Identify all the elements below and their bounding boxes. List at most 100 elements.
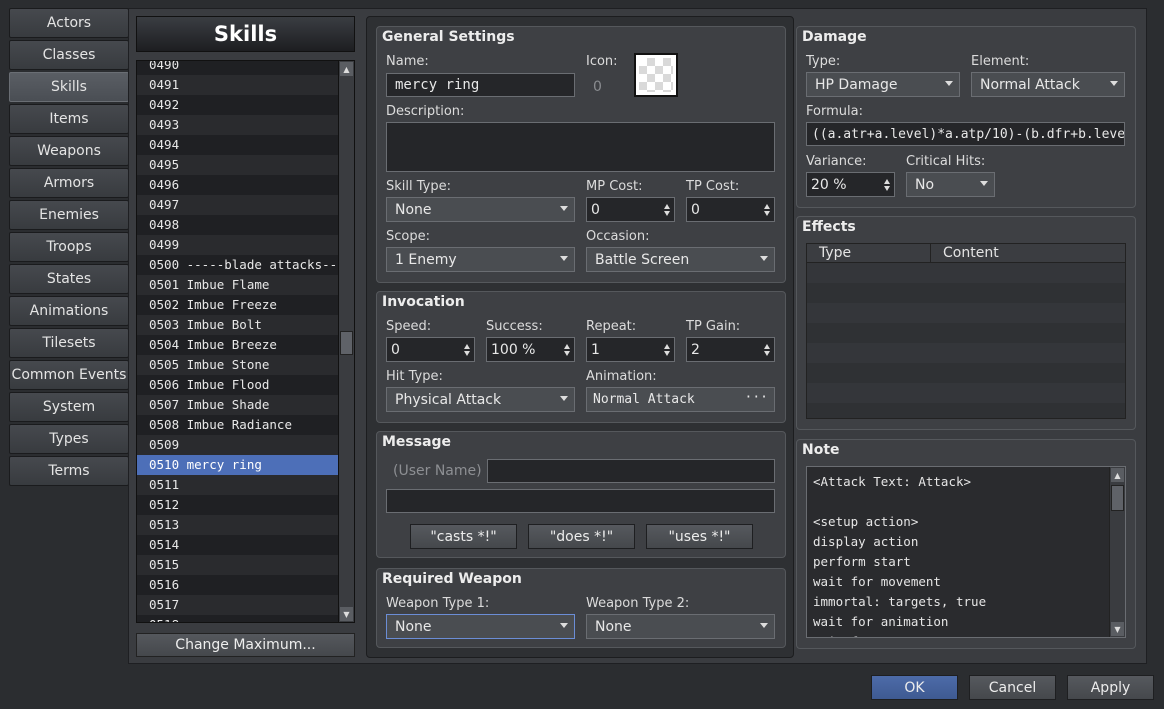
skill-row[interactable]: 0490 xyxy=(137,61,340,75)
scope-select[interactable]: 1 Enemy xyxy=(386,247,575,272)
skill-row[interactable]: 0517 xyxy=(137,595,340,615)
nav-item-tilesets[interactable]: Tilesets xyxy=(9,328,129,358)
nav-item-troops[interactable]: Troops xyxy=(9,232,129,262)
weapon-type-1-select[interactable]: None xyxy=(386,614,575,639)
spin-up-icon[interactable] xyxy=(664,204,670,209)
skill-row[interactable]: 0510 mercy ring xyxy=(137,455,340,475)
change-maximum-button[interactable]: Change Maximum... xyxy=(136,633,355,657)
nav-item-types[interactable]: Types xyxy=(9,424,129,454)
scroll-down-icon[interactable]: ▼ xyxy=(340,607,353,621)
effects-row[interactable] xyxy=(807,363,1125,383)
skill-row[interactable]: 0508 Imbue Radiance xyxy=(137,415,340,435)
spin-up-icon[interactable] xyxy=(884,179,890,184)
note-scrollbar[interactable]: ▲ ▼ xyxy=(1109,467,1125,637)
skill-list[interactable]: 0490 0491 0492 0493 0494 0495 0496 0497 0498 0499… xyxy=(136,60,355,623)
casts-button[interactable]: "casts *!" xyxy=(410,524,517,549)
skill-row[interactable]: 0495 xyxy=(137,155,340,175)
effects-row[interactable] xyxy=(807,303,1125,323)
icon-picker[interactable] xyxy=(634,53,678,97)
hit-type-select[interactable]: Physical Attack xyxy=(386,387,575,412)
nav-item-animations[interactable]: Animations xyxy=(9,296,129,326)
success-spinner[interactable]: 100 % xyxy=(486,337,575,362)
effects-row[interactable] xyxy=(807,403,1125,418)
message-line-1[interactable] xyxy=(487,459,775,483)
spin-down-icon[interactable] xyxy=(664,211,670,216)
spin-down-icon[interactable] xyxy=(764,211,770,216)
skill-row[interactable]: 0494 xyxy=(137,135,340,155)
skill-row[interactable]: 0502 Imbue Freeze xyxy=(137,295,340,315)
does-button[interactable]: "does *!" xyxy=(528,524,635,549)
skill-row[interactable]: 0516 xyxy=(137,575,340,595)
description-field[interactable] xyxy=(386,122,775,172)
name-field[interactable]: mercy ring xyxy=(386,73,575,97)
skill-row[interactable]: 0514 xyxy=(137,535,340,555)
variance-spinner[interactable]: 20 % xyxy=(806,172,895,197)
weapon-type-2-select[interactable]: None xyxy=(586,614,775,639)
spin-down-icon[interactable] xyxy=(664,351,670,356)
nav-item-terms[interactable]: Terms xyxy=(9,456,129,486)
ellipsis-icon[interactable]: ··· xyxy=(745,390,768,405)
occasion-select[interactable]: Battle Screen xyxy=(586,247,775,272)
damage-type-select[interactable]: HP Damage xyxy=(806,72,960,97)
effects-row[interactable] xyxy=(807,283,1125,303)
animation-picker[interactable]: Normal Attack ··· xyxy=(586,387,775,412)
speed-spinner[interactable]: 0 xyxy=(386,337,475,362)
nav-item-enemies[interactable]: Enemies xyxy=(9,200,129,230)
skill-list-scrollbar[interactable]: ▲ ▼ xyxy=(338,61,354,622)
scroll-thumb[interactable] xyxy=(1111,485,1124,511)
skill-row[interactable]: 0492 xyxy=(137,95,340,115)
critical-hits-select[interactable]: No xyxy=(906,172,995,197)
skill-row[interactable]: 0512 xyxy=(137,495,340,515)
effects-column-content[interactable]: Content xyxy=(931,244,1125,262)
spin-down-icon[interactable] xyxy=(464,351,470,356)
effects-row[interactable] xyxy=(807,383,1125,403)
skill-row[interactable]: 0496 xyxy=(137,175,340,195)
skill-row[interactable]: 0518 xyxy=(137,615,340,622)
skill-row[interactable]: 0509 xyxy=(137,435,340,455)
spin-up-icon[interactable] xyxy=(764,204,770,209)
nav-item-weapons[interactable]: Weapons xyxy=(9,136,129,166)
spin-up-icon[interactable] xyxy=(464,344,470,349)
scroll-thumb[interactable] xyxy=(340,331,353,355)
scroll-down-icon[interactable]: ▼ xyxy=(1111,622,1124,636)
skill-row[interactable]: 0499 xyxy=(137,235,340,255)
element-select[interactable]: Normal Attack xyxy=(971,72,1125,97)
apply-button[interactable]: Apply xyxy=(1067,675,1154,700)
skill-row[interactable]: 0498 xyxy=(137,215,340,235)
cancel-button[interactable]: Cancel xyxy=(969,675,1056,700)
ok-button[interactable]: OK xyxy=(871,675,958,700)
skill-row[interactable]: 0506 Imbue Flood xyxy=(137,375,340,395)
spin-down-icon[interactable] xyxy=(764,351,770,356)
uses-button[interactable]: "uses *!" xyxy=(646,524,753,549)
skill-row[interactable]: 0513 xyxy=(137,515,340,535)
repeat-spinner[interactable]: 1 xyxy=(586,337,675,362)
skill-row[interactable]: 0500 -----blade attacks---… xyxy=(137,255,340,275)
spin-up-icon[interactable] xyxy=(564,344,570,349)
effects-row[interactable] xyxy=(807,323,1125,343)
nav-item-actors[interactable]: Actors xyxy=(9,8,129,38)
mp-cost-spinner[interactable]: 0 xyxy=(586,197,675,222)
skill-row[interactable]: 0503 Imbue Bolt xyxy=(137,315,340,335)
scroll-up-icon[interactable]: ▲ xyxy=(340,62,353,76)
nav-item-skills[interactable]: Skills xyxy=(9,72,129,102)
scroll-up-icon[interactable]: ▲ xyxy=(1111,468,1124,482)
tp-gain-spinner[interactable]: 2 xyxy=(686,337,775,362)
message-line-2[interactable] xyxy=(386,489,775,513)
effects-row[interactable] xyxy=(807,343,1125,363)
spin-down-icon[interactable] xyxy=(564,351,570,356)
formula-field[interactable]: ((a.atr+a.level)*a.atp/10)-(b.dfr+b.leve… xyxy=(806,122,1125,146)
effects-column-type[interactable]: Type xyxy=(807,244,931,262)
skill-row[interactable]: 0501 Imbue Flame xyxy=(137,275,340,295)
nav-item-armors[interactable]: Armors xyxy=(9,168,129,198)
skill-row[interactable]: 0511 xyxy=(137,475,340,495)
skill-row[interactable]: 0504 Imbue Breeze xyxy=(137,335,340,355)
skill-row[interactable]: 0505 Imbue Stone xyxy=(137,355,340,375)
skill-row[interactable]: 0515 xyxy=(137,555,340,575)
spin-down-icon[interactable] xyxy=(884,186,890,191)
skill-row[interactable]: 0491 xyxy=(137,75,340,95)
skill-type-select[interactable]: None xyxy=(386,197,575,222)
skill-row[interactable]: 0493 xyxy=(137,115,340,135)
effects-table[interactable]: Type Content xyxy=(806,243,1126,419)
nav-item-common-events[interactable]: Common Events xyxy=(9,360,129,390)
nav-item-classes[interactable]: Classes xyxy=(9,40,129,70)
